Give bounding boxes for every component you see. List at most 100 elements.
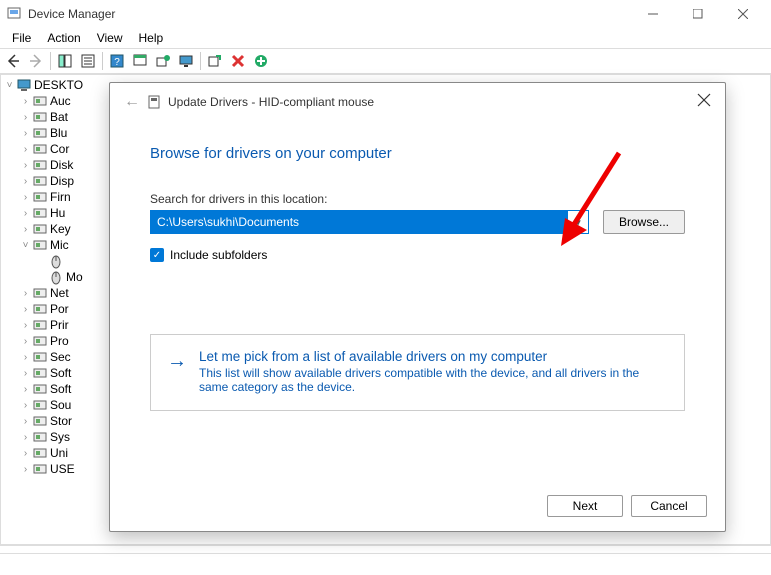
tree-item-label: Stor [50, 414, 72, 428]
device-icon [32, 93, 48, 109]
tree-item-label: Blu [50, 126, 67, 140]
tree-toggle-icon[interactable]: › [19, 160, 32, 171]
device-icon [16, 77, 32, 93]
device-icon [32, 205, 48, 221]
toolbar: ? [0, 48, 771, 74]
tree-item-label: Sou [50, 398, 71, 412]
svg-text:?: ? [114, 57, 120, 68]
tree-toggle-icon[interactable]: › [19, 96, 32, 107]
back-button[interactable] [2, 50, 24, 72]
minimize-button[interactable] [630, 0, 675, 28]
device-icon [32, 157, 48, 173]
pick-option-desc: This list will show available drivers co… [199, 366, 668, 394]
tree-item-label: Mic [50, 238, 69, 252]
tree-toggle-icon[interactable]: › [19, 464, 32, 475]
uninstall-device-button[interactable] [227, 50, 249, 72]
device-icon [32, 429, 48, 445]
dialog-back-button[interactable]: ← [124, 93, 146, 111]
tree-toggle-icon[interactable]: ˅ [3, 80, 16, 91]
cancel-button[interactable]: Cancel [631, 495, 707, 517]
tree-toggle-icon[interactable]: › [19, 304, 32, 315]
enable-device-button[interactable] [204, 50, 226, 72]
status-bar [0, 553, 771, 575]
path-combobox[interactable]: ▾ [150, 210, 589, 234]
device-icon [32, 125, 48, 141]
device-icon [32, 333, 48, 349]
include-subfolders-checkbox[interactable]: ✓ [150, 248, 164, 262]
pick-from-list-option[interactable]: → Let me pick from a list of available d… [150, 334, 685, 411]
dialog-heading: Browse for drivers on your computer [150, 145, 685, 162]
next-button[interactable]: Next [547, 495, 623, 517]
device-icon [32, 365, 48, 381]
menu-help[interactable]: Help [131, 29, 172, 47]
tree-toggle-icon[interactable]: › [19, 320, 32, 331]
tree-toggle-icon[interactable]: › [19, 448, 32, 459]
properties-button[interactable] [77, 50, 99, 72]
tree-toggle-icon[interactable]: › [19, 288, 32, 299]
tree-item-label: USE [50, 462, 75, 476]
tree-item-label: Hu [50, 206, 65, 220]
tree-toggle-icon[interactable]: › [19, 336, 32, 347]
browse-button[interactable]: Browse... [603, 210, 685, 234]
tree-item-label: Net [50, 286, 69, 300]
tree-toggle-icon[interactable]: › [19, 224, 32, 235]
tree-toggle-icon[interactable]: › [19, 432, 32, 443]
forward-button[interactable] [25, 50, 47, 72]
help-button[interactable]: ? [106, 50, 128, 72]
device-icon [32, 189, 48, 205]
tree-toggle-icon[interactable]: › [19, 208, 32, 219]
dialog-close-button[interactable] [697, 93, 711, 112]
device-icon [32, 317, 48, 333]
tree-toggle-icon[interactable]: › [19, 176, 32, 187]
tree-item-label: Bat [50, 110, 68, 124]
tree-item-label: Sec [50, 350, 71, 364]
tree-toggle-icon[interactable]: › [19, 400, 32, 411]
tree-item-label: Mo [66, 270, 83, 284]
device-icon [32, 285, 48, 301]
tree-item-label: Uni [50, 446, 68, 460]
device-icon [32, 141, 48, 157]
close-button[interactable] [720, 0, 765, 28]
device-icon [32, 397, 48, 413]
update-driver-button[interactable] [152, 50, 174, 72]
tree-toggle-icon[interactable]: › [19, 352, 32, 363]
tree-item-label: Pro [50, 334, 69, 348]
device-icon [32, 445, 48, 461]
menu-view[interactable]: View [89, 29, 131, 47]
device-icon [32, 109, 48, 125]
update-drivers-dialog: ← Update Drivers - HID-compliant mouse B… [109, 82, 726, 532]
display-button[interactable] [175, 50, 197, 72]
tree-toggle-icon[interactable]: › [19, 112, 32, 123]
tree-toggle-icon[interactable]: › [19, 128, 32, 139]
show-hide-tree-button[interactable] [54, 50, 76, 72]
menu-file[interactable]: File [4, 29, 39, 47]
tree-toggle-icon[interactable]: › [19, 144, 32, 155]
add-driver-button[interactable] [250, 50, 272, 72]
path-input[interactable] [151, 211, 568, 233]
search-location-label: Search for drivers in this location: [150, 192, 685, 206]
tree-toggle-icon[interactable]: ˅ [19, 240, 32, 251]
device-icon [32, 413, 48, 429]
include-subfolders-label: Include subfolders [170, 248, 267, 262]
tree-item-label: Firn [50, 190, 71, 204]
chevron-down-icon[interactable]: ▾ [568, 216, 588, 229]
device-icon [32, 237, 48, 253]
tree-toggle-icon[interactable]: › [19, 192, 32, 203]
tree-item-label: Auc [50, 94, 71, 108]
window-title: Device Manager [28, 7, 115, 21]
tree-toggle-icon[interactable]: › [19, 416, 32, 427]
dialog-device-icon [146, 94, 162, 110]
tree-item-label: Key [50, 222, 71, 236]
title-bar: Device Manager [0, 0, 771, 28]
device-icon [32, 461, 48, 477]
maximize-button[interactable] [675, 0, 720, 28]
pick-option-title: Let me pick from a list of available dri… [199, 349, 668, 364]
tree-item-label: Soft [50, 366, 71, 380]
scan-hardware-button[interactable] [129, 50, 151, 72]
menu-action[interactable]: Action [39, 29, 88, 47]
dialog-title: Update Drivers - HID-compliant mouse [168, 95, 374, 109]
tree-toggle-icon[interactable]: › [19, 368, 32, 379]
device-icon [32, 301, 48, 317]
tree-toggle-icon[interactable]: › [19, 384, 32, 395]
tree-item-label: Cor [50, 142, 69, 156]
